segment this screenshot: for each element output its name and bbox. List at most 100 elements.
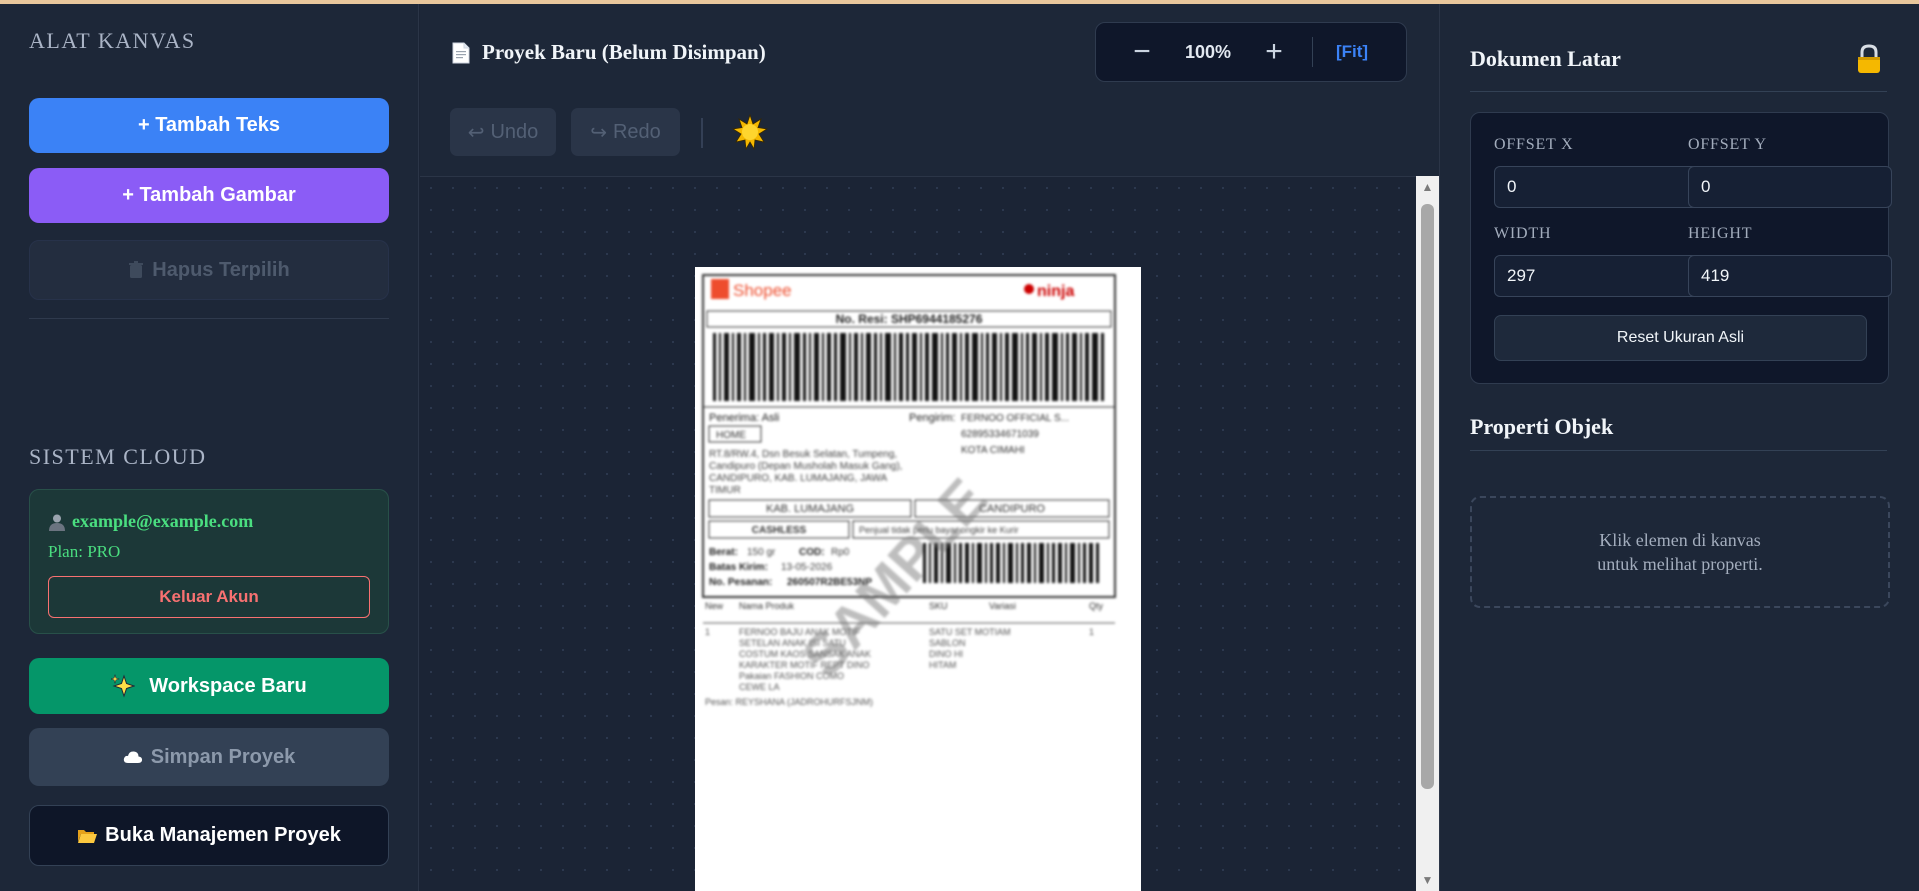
- empty-state-line-2: untuk melihat properti.: [1597, 554, 1763, 574]
- scroll-up-arrow-icon[interactable]: ▲: [1416, 176, 1439, 198]
- editor-main: Proyek Baru (Belum Disimpan) − 100% + [F…: [420, 4, 1439, 891]
- new-workspace-label: Workspace Baru: [149, 674, 307, 697]
- undo-button[interactable]: ↩ Undo: [450, 108, 556, 156]
- label-deadline-label: Batas Kirim:: [709, 562, 768, 573]
- account-card: example@example.com Plan: PRO Keluar Aku…: [29, 489, 389, 634]
- offset-y-input[interactable]: [1688, 166, 1892, 208]
- vertical-scrollbar[interactable]: ▲ ▼: [1416, 176, 1439, 891]
- label-sender-city: KOTA CIMAHI: [961, 445, 1025, 456]
- toolbar-separator: [701, 118, 703, 148]
- label-resi: No. Resi: SHP6944185276: [836, 312, 983, 326]
- label-item-variant-1: SATU SET MOTIAM: [929, 627, 1011, 637]
- canvas-workspace[interactable]: Shopee ninja No. Resi: SHP6944185276 Pen…: [420, 176, 1416, 891]
- label-address-line-2: Candipuro (Depan Musholah Masuk Gang),: [709, 461, 902, 472]
- label-courier: ninja: [1037, 283, 1074, 300]
- left-sidebar: ALAT KANVAS + Tambah Teks + Tambah Gamba…: [0, 4, 419, 891]
- label-item-name-6: CEWE LA: [739, 682, 780, 692]
- width-input[interactable]: [1494, 255, 1698, 297]
- label-deadline-value: 13-05-2026: [781, 562, 833, 573]
- folder-open-icon: [77, 828, 98, 844]
- sun-icon: [731, 113, 769, 151]
- label-item-no: 1: [705, 627, 710, 637]
- cloud-system-title: SISTEM CLOUD: [29, 444, 207, 469]
- zoom-separator: [1312, 37, 1313, 67]
- cloud-icon: [123, 750, 143, 764]
- theme-toggle-button[interactable]: [730, 112, 770, 152]
- zoom-out-button[interactable]: −: [1127, 33, 1157, 71]
- redo-button[interactable]: ↪ Redo: [571, 108, 680, 156]
- height-label: HEIGHT: [1688, 225, 1753, 242]
- delete-selected-button[interactable]: Hapus Terpilih: [29, 240, 389, 300]
- scrollbar-thumb[interactable]: [1421, 204, 1434, 789]
- label-sender-phone: 62895334671039: [961, 429, 1039, 440]
- user-row: example@example.com: [48, 511, 253, 532]
- background-dimensions-panel: OFFSET X OFFSET Y WIDTH HEIGHT Reset Uku…: [1470, 112, 1892, 384]
- save-project-label: Simpan Proyek: [150, 745, 296, 768]
- open-project-manager-label: Buka Manajemen Proyek: [105, 824, 341, 846]
- trash-icon: [128, 261, 144, 279]
- properties-empty-state: Klik elemen di kanvas untuk melihat prop…: [1470, 496, 1890, 608]
- background-divider: [1470, 91, 1887, 92]
- properties-divider: [1470, 450, 1887, 451]
- document-icon: [452, 42, 470, 64]
- label-cod-label: COD:: [799, 547, 825, 558]
- plan-label: Plan: PRO: [48, 542, 121, 561]
- offset-y-label: OFFSET Y: [1688, 136, 1767, 153]
- label-sender-name: FERNOO OFFICIAL S...: [961, 413, 1069, 424]
- height-input[interactable]: [1688, 255, 1892, 297]
- label-recipient-tag: HOME: [716, 430, 746, 441]
- label-col-no: New: [705, 601, 724, 611]
- canvas-tools-title: ALAT KANVAS: [29, 28, 196, 53]
- label-col-sku: SKU: [929, 601, 948, 611]
- label-col-variant: Variasi: [989, 601, 1016, 611]
- redo-label: Redo: [612, 120, 661, 143]
- zoom-level: 100%: [1184, 42, 1232, 62]
- label-district: KAB. LUMAJANG: [766, 503, 854, 515]
- document-title-text: Proyek Baru (Belum Disimpan): [482, 40, 766, 64]
- label-col-qty: Qty: [1089, 601, 1104, 611]
- shipping-label-image[interactable]: Shopee ninja No. Resi: SHP6944185276 Pen…: [699, 271, 1119, 715]
- offset-x-input[interactable]: [1494, 166, 1698, 208]
- delete-selected-label: Hapus Terpilih: [152, 258, 290, 281]
- lock-icon[interactable]: [1856, 44, 1882, 74]
- label-weight-value: 150 gr: [747, 547, 776, 558]
- new-workspace-button[interactable]: Workspace Baru: [29, 658, 389, 714]
- label-sender-heading: Pengirim:: [909, 412, 955, 424]
- add-text-button[interactable]: + Tambah Teks: [29, 98, 389, 153]
- user-email: example@example.com: [72, 511, 254, 531]
- open-project-manager-button[interactable]: Buka Manajemen Proyek: [29, 805, 389, 866]
- label-brand: Shopee: [733, 281, 792, 300]
- label-item-qty: 1: [1089, 627, 1094, 637]
- label-address-line-4: TIMUR: [709, 485, 741, 496]
- label-item-variant-2: SABLON: [929, 638, 966, 648]
- logout-button[interactable]: Keluar Akun: [48, 576, 370, 618]
- label-col-product: Nama Produk: [739, 601, 795, 611]
- zoom-fit-button[interactable]: [Fit]: [1336, 42, 1368, 62]
- label-buyer-note: Pesan: REYSHANA (JADROHURFSJNM): [705, 697, 873, 707]
- empty-state-line-1: Klik elemen di kanvas: [1599, 530, 1761, 550]
- sparkles-icon: [111, 674, 136, 698]
- label-cod-value: Rp0: [831, 547, 850, 558]
- label-item-variant-3: DINO HI: [929, 649, 963, 659]
- label-barcode: [713, 333, 1104, 401]
- sidebar-divider: [29, 318, 389, 319]
- label-address-line-1: RT.8/RW.4, Dsn Besuk Selatan, Tumpeng,: [709, 449, 897, 460]
- scroll-down-arrow-icon[interactable]: ▼: [1416, 869, 1439, 891]
- label-recipient-heading: Penerima: Asli: [709, 412, 779, 424]
- save-project-button[interactable]: Simpan Proyek: [29, 728, 389, 786]
- undo-arrow-icon: ↩: [467, 121, 485, 144]
- user-icon: [48, 513, 66, 531]
- redo-arrow-icon: ↪: [590, 121, 607, 144]
- label-payment: CASHLESS: [752, 525, 807, 536]
- label-weight-label: Berat:: [709, 547, 738, 558]
- canvas-document[interactable]: Shopee ninja No. Resi: SHP6944185276 Pen…: [695, 267, 1141, 891]
- object-properties-title: Properti Objek: [1470, 414, 1614, 439]
- zoom-in-button[interactable]: +: [1259, 33, 1289, 71]
- right-panel: Dokumen Latar OFFSET X OFFSET Y WIDTH HE…: [1439, 4, 1919, 891]
- add-image-button[interactable]: + Tambah Gambar: [29, 168, 389, 223]
- offset-x-label: OFFSET X: [1494, 136, 1574, 153]
- label-item-variant-4: HITAM: [929, 660, 956, 670]
- reset-size-button[interactable]: Reset Ukuran Asli: [1494, 315, 1867, 361]
- label-address-line-3: CANDIPURO, KAB. LUMAJANG, JAWA: [709, 473, 888, 484]
- background-document-title: Dokumen Latar: [1470, 46, 1621, 71]
